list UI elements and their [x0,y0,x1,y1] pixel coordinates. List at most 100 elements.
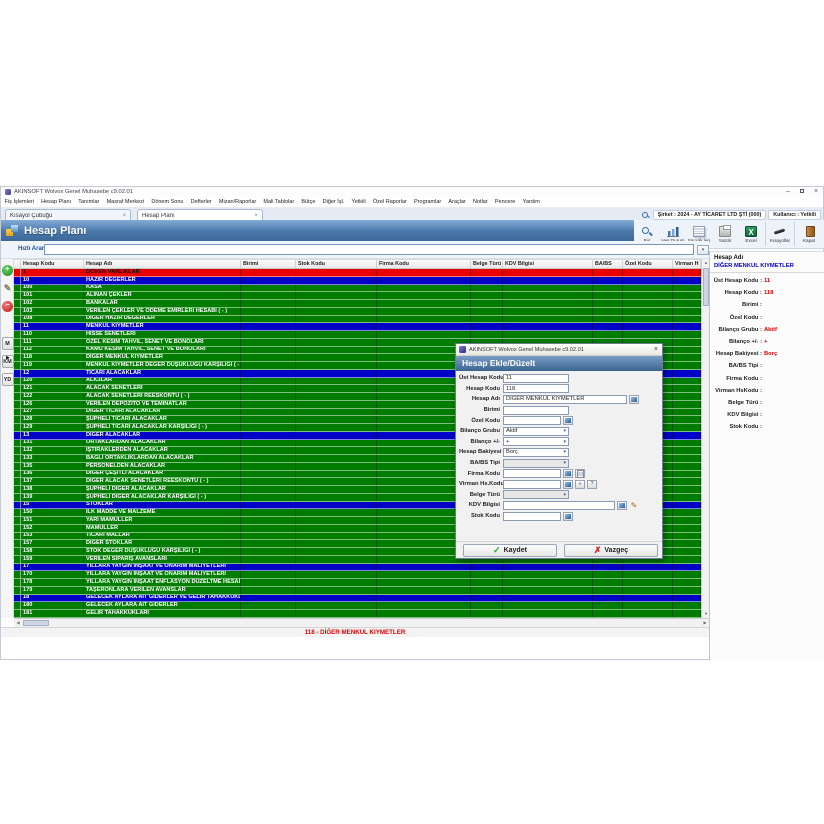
lookup-icon[interactable] [563,480,573,489]
table-row[interactable]: 110HİSSE SENETLERİ [14,331,701,339]
translate-icon[interactable] [629,395,639,404]
menu-item-mizan-raporlar[interactable]: Mizan/Raporlar [215,199,259,205]
dialog-input-stok-kodu[interactable] [503,512,561,521]
column-header-firma-kodu[interactable]: Firma Kodu [377,260,471,268]
column-header-virman-h[interactable]: Virman H [673,260,701,268]
column-header-zel-kodu[interactable]: Özel Kodu [623,260,673,268]
close-icon[interactable]: × [654,346,658,353]
dialog-select-hesap-bakiyesi[interactable]: Borç▾ [503,448,569,457]
table-row[interactable]: 179TAŞERONLARA VERİLEN AVANSLAR [14,587,701,595]
table-row[interactable]: 102BANKALAR [14,300,701,308]
toolbar-button-k-sayollar[interactable]: Kısayollar [767,221,793,248]
dialog-field: Hesap Adı [459,394,661,405]
column-header-kdv-bilgisi[interactable]: KDV Bilgisi [503,260,593,268]
table-row[interactable]: 17YILLARA YAYGIN İNŞAAT VE ONARIM MALİYE… [14,564,701,572]
dialog-input-st-hesap-kodu[interactable] [503,374,569,383]
save-button[interactable]: ✓ Kaydet [463,544,557,557]
minimize-icon[interactable] [781,187,795,197]
dialog-select-bilan-o-grubu[interactable]: Aktif▾ [503,427,569,436]
menu-item-mali-tablolar[interactable]: Mali Tablolar [260,199,298,205]
column-header-ba-bs[interactable]: BA/BS [593,260,623,268]
chevron-down-icon[interactable]: ▾ [697,245,709,255]
table-row[interactable]: 101ALINAN ÇEKLER [14,292,701,300]
help-icon[interactable]: ? [587,480,597,489]
dialog-input-birimi[interactable] [503,406,569,415]
dialog-select-bilan-o[interactable]: +▾ [503,437,569,446]
document-icon[interactable] [575,469,585,478]
table-row[interactable]: 10HAZIR DEĞERLER [14,277,701,285]
menu-item-zel-raporlar[interactable]: Özel Raporlar [369,199,410,205]
table-row[interactable]: 18GELECEK AYLARA AİT GİDERLER VE GELİR T… [14,595,701,603]
table-row[interactable]: 103VERİLEN ÇEKLER VE ÖDEME EMİRLERİ HESA… [14,308,701,316]
maximize-icon[interactable] [795,187,809,197]
forward-icon[interactable]: » [575,480,585,489]
lookup-icon[interactable] [563,416,573,425]
table-row[interactable]: 1DÖNEN VARLIKLAR [14,269,701,277]
horizontal-scrollbar[interactable]: ◀ ▶ [14,618,709,627]
table-row[interactable]: 178YILLARA YAYGIN İNŞAAT ENFLASYON DÜZEL… [14,579,701,587]
close-icon[interactable]: × [254,213,258,219]
menu-item-masraf-merkezi[interactable]: Masraf Merkezi [103,199,148,205]
dialog-select-ba-bs-tipi[interactable]: ▾ [503,459,569,468]
add-icon[interactable]: + [2,265,13,276]
toolbar-button-kapat[interactable]: Kapat [796,221,822,248]
toolbar-button-yazd-r[interactable]: Yazdır [712,221,738,248]
menu-item-b-t-e[interactable]: Bütçe [298,199,319,205]
column-header-hesap-ad[interactable]: Hesap Adı [84,260,241,268]
toolbar-button-excel[interactable]: Excel [738,221,764,248]
search-icon[interactable] [642,211,650,219]
row-selector [14,548,21,555]
menu-item-hesap-plan[interactable]: Hesap Planı [38,199,75,205]
dialog-input-firma-kodu[interactable] [503,469,561,478]
table-row[interactable]: 100KASA [14,285,701,293]
table-row[interactable]: 11MENKUL KIYMETLER [14,323,701,331]
column-header-stok-kodu[interactable]: Stok Kodu [296,260,377,268]
menu-item-notlar[interactable]: Notlar [469,199,491,205]
quick-search-input[interactable] [44,244,694,255]
menu-item-defterler[interactable]: Defterler [187,199,215,205]
table-row[interactable]: 170YILLARA YAYGIN İNŞAAT VE ONARIM MALİY… [14,571,701,579]
menu-item-tan-mlar[interactable]: Tanımlar [75,199,103,205]
scroll-left-icon[interactable]: ◀ [14,619,22,627]
column-header-birimi[interactable]: Birimi [241,260,296,268]
table-row[interactable]: 181GELİR TAHAKKUKLARI [14,610,701,618]
lookup-icon[interactable] [563,512,573,521]
menu-item-programlar[interactable]: Programlar [410,199,444,205]
dialog-select-belge-t-r[interactable]: ▾ [503,490,569,499]
cell-empty [377,277,471,284]
lookup-icon[interactable] [563,469,573,478]
close-icon[interactable]: × [122,213,126,219]
menu-item-fi-i-lemleri[interactable]: Fiş İşlemleri [1,199,38,205]
cell-empty [296,502,377,509]
dialog-input-zel-kodu[interactable] [503,416,561,425]
edit-icon[interactable]: ✎ [2,283,13,294]
sidebar-button-yd[interactable]: YD [2,373,14,386]
sidebar-button-m[interactable]: M [2,337,14,350]
menu-item-di-er-i-l[interactable]: Diğer İşl. [319,199,348,205]
scroll-right-icon[interactable]: ▶ [701,619,709,627]
menu-item-yard-m[interactable]: Yardım [519,199,544,205]
delete-icon[interactable]: − [2,301,13,312]
menu-item-yetkili[interactable]: Yetkili [348,199,369,205]
vertical-scrollbar[interactable]: ▲ ▼ [701,259,709,618]
menu-item-ara-lar[interactable]: Araçlar [445,199,470,205]
column-header-belge-t-r[interactable]: Belge Türü [471,260,503,268]
table-row[interactable]: 108DİĞER HAZIR DEĞERLER [14,316,701,324]
cell-empty [673,579,701,586]
menu-item-d-nem-sonu[interactable]: Dönem Sonu [148,199,187,205]
dialog-input-virman-hs-kodu[interactable] [503,480,561,489]
column-header-hesap-kodu[interactable]: Hesap Kodu [21,260,84,268]
dialog-input-hesap-ad[interactable] [503,395,627,404]
company-selector[interactable]: Şirket : 2024 - AY TİCARET LTD ŞTİ (000) [653,210,767,220]
menu-item-pencere[interactable]: Pencere [491,199,519,205]
dialog-input-kdv-bilgisi[interactable] [503,501,615,510]
edit-icon[interactable]: ✎ [629,501,639,510]
close-icon[interactable] [809,187,823,197]
lookup-icon[interactable] [617,501,627,510]
dialog-input-hesap-kodu[interactable] [503,384,569,393]
horizontal-scroll-thumb[interactable] [23,620,49,626]
cancel-button[interactable]: ✗ Vazgeç [564,544,658,557]
cell-empty [503,308,593,315]
table-row[interactable]: 180GELECEK AYLARA AİT GİDERLER [14,602,701,610]
dialog-field: Belge Türü▾ [459,490,661,501]
